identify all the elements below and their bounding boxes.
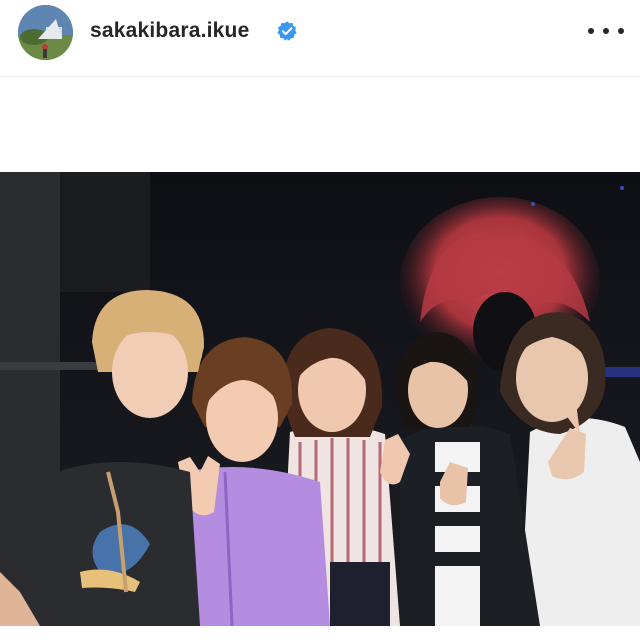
username[interactable]: sakakibara.ikue (90, 18, 249, 44)
header-divider (0, 76, 640, 77)
avatar-image (18, 5, 73, 60)
dot-icon (603, 28, 609, 34)
group-photo-illustration (0, 172, 640, 626)
more-options-icon[interactable] (588, 18, 624, 44)
post-photo[interactable] (0, 172, 640, 626)
dot-icon (588, 28, 594, 34)
profile-avatar[interactable] (18, 5, 73, 60)
post-header: sakakibara.ikue (0, 0, 640, 64)
dot-icon (618, 28, 624, 34)
verified-badge-icon (276, 20, 298, 42)
post-footer-edge (0, 626, 640, 640)
